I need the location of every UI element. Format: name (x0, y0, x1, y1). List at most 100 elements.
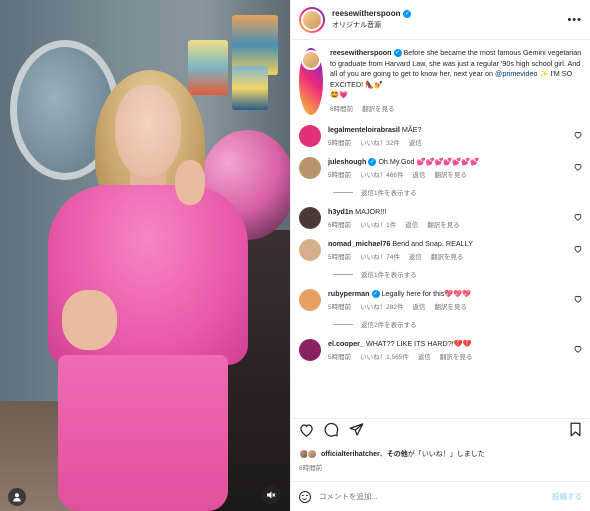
comment-meta: 5時間前 いいね！74件 返信 翻訳を見る (328, 253, 568, 263)
heart-icon[interactable] (574, 295, 582, 305)
avatar (301, 8, 323, 31)
liked-by-row: officialterihatcher、その他が「いいね！」しました (299, 449, 582, 459)
translate-link[interactable]: 翻訳を見る (431, 253, 464, 263)
emoji-icon[interactable] (299, 490, 311, 503)
liked-by-suffix: が「いいね！」しました (407, 451, 485, 458)
comment-likes[interactable]: いいね！74件 (360, 253, 400, 263)
comment-likes[interactable]: いいね！282件 (360, 303, 403, 313)
post-username-row: reesewitherspoon ✓ (332, 9, 412, 18)
view-replies-label: 返信2件を表示する (361, 322, 417, 329)
post-side-panel: reesewitherspoon ✓ オリジナル音源 ••• reesewith… (290, 0, 590, 511)
comment-text-line: h3yd1n MAJOR!!! (328, 207, 568, 217)
reply-button[interactable]: 返信 (409, 253, 422, 263)
liked-by-others[interactable]: その他 (387, 451, 408, 458)
more-options-icon[interactable]: ••• (567, 14, 582, 26)
video-person-face (115, 85, 181, 177)
comment-likes[interactable]: いいね！1,565件 (360, 353, 409, 363)
heart-icon[interactable] (574, 345, 582, 355)
comment-meta: 6時間前 いいね！1件 返信 翻訳を見る (328, 221, 568, 231)
comment-body: juleshough ✓ Oh.My.God 💕💕💕💕💕💕💕 5時間前 いいね！466… (328, 157, 582, 181)
comment-text: Bend and Snap. REALLY (392, 239, 473, 248)
post-video[interactable] (0, 0, 290, 511)
comment-body: nomad_michael76 Bend and Snap. REALLY 5時間… (328, 239, 582, 263)
heart-icon[interactable] (299, 423, 314, 439)
verified-badge-icon: ✓ (368, 158, 377, 167)
comment-time[interactable]: 6時間前 (328, 221, 351, 231)
comment-likes[interactable]: いいね！466件 (360, 171, 403, 181)
comment-username[interactable]: legalmenteloirabrasil (328, 125, 400, 134)
comment-username[interactable]: el.cooper_ (328, 339, 364, 348)
reply-button[interactable]: 返信 (409, 139, 422, 149)
reply-button[interactable]: 返信 (412, 303, 425, 313)
reply-button[interactable]: 返信 (412, 171, 425, 181)
comments-list[interactable]: reesewitherspoon ✓ Before she became the… (291, 40, 590, 418)
liked-by-user[interactable]: officialterihatcher (321, 451, 380, 458)
caption-translate-link[interactable]: 翻訳を見る (362, 105, 395, 116)
comment-likes[interactable]: いいね！32件 (360, 139, 400, 149)
avatar[interactable] (299, 207, 321, 229)
comment-item: juleshough ✓ Oh.My.God 💕💕💕💕💕💕💕 5時間前 いいね！466… (299, 157, 582, 181)
comment-item: legalmenteloirabrasil MÃE? 5時間前 いいね！32件 返信 (299, 125, 582, 149)
comment-body: rubyperman ✓ Legally here for this💖💖💖 5時間前… (328, 289, 582, 313)
view-replies-button[interactable]: 返信2件を表示する (333, 319, 582, 329)
post-time[interactable]: 6時間前 (299, 462, 322, 472)
muted-speaker-icon[interactable] (262, 486, 280, 504)
avatar-ring[interactable] (299, 6, 325, 33)
audio-label[interactable]: オリジナル音源 (332, 20, 411, 30)
translate-link[interactable]: 翻訳を見る (434, 171, 467, 181)
translate-link[interactable]: 翻訳を見る (427, 221, 460, 231)
caption-time[interactable]: 6時間前 (330, 105, 353, 116)
comment-username[interactable]: nomad_michael76 (328, 239, 390, 248)
user-tag-icon[interactable] (8, 488, 26, 506)
comment-item: el.cooper_ WHAT?? LIKE ITS HARD?!💔💔 5時間前い… (299, 339, 582, 363)
translate-link[interactable]: 翻訳を見る (434, 303, 467, 313)
heart-icon[interactable] (574, 213, 582, 223)
comment-time[interactable]: 5時間前 (328, 353, 351, 363)
comment-time[interactable]: 5時間前 (328, 303, 351, 313)
caption-username[interactable]: reesewitherspoon (330, 48, 392, 57)
avatar[interactable] (299, 289, 321, 311)
heart-icon[interactable] (574, 163, 582, 173)
comment-username[interactable]: h3yd1n (328, 207, 353, 216)
comment-icon[interactable] (324, 422, 339, 439)
post-username[interactable]: reesewitherspoon (332, 9, 400, 18)
liker-avatar[interactable] (307, 449, 317, 459)
avatar[interactable] (299, 339, 321, 361)
avatar[interactable] (299, 157, 321, 179)
caption-meta: 6時間前 翻訳を見る (330, 105, 582, 116)
comment-input[interactable] (319, 492, 544, 501)
comment-likes[interactable]: いいね！1件 (360, 221, 396, 231)
verified-badge-icon: ✓ (393, 49, 402, 58)
comment-text-line: nomad_michael76 Bend and Snap. REALLY (328, 239, 568, 249)
reply-button[interactable]: 返信 (418, 353, 431, 363)
caption: reesewitherspoon ✓ Before she became the… (299, 48, 582, 115)
avatar[interactable] (299, 239, 321, 261)
avatar (301, 50, 321, 70)
caption-mention-link[interactable]: @primevideo (495, 69, 537, 78)
reply-button[interactable]: 返信 (405, 221, 418, 231)
comment-time[interactable]: 5時間前 (328, 171, 351, 181)
post-header-info: reesewitherspoon ✓ オリジナル音源 (332, 9, 412, 30)
heart-icon[interactable] (574, 245, 582, 255)
avatar-ring[interactable] (299, 48, 323, 115)
translate-link[interactable]: 翻訳を見る (440, 353, 473, 363)
comment-username[interactable]: juleshough (328, 157, 366, 166)
comment-time[interactable]: 5時間前 (328, 253, 351, 263)
comment-meta: 5時間前 いいね！282件 返信 翻訳を見る (328, 303, 568, 313)
replies-divider (333, 191, 353, 193)
view-replies-button[interactable]: 返信1件を表示する (333, 187, 582, 197)
bookmark-icon[interactable] (569, 422, 582, 439)
comment-item: h3yd1n MAJOR!!! 6時間前 いいね！1件 返信 翻訳を見る (299, 207, 582, 231)
comment-meta: 5時間前 いいね！1,565件 返信 翻訳を見る (328, 353, 568, 363)
comment-item: rubyperman ✓ Legally here for this💖💖💖 5時間前… (299, 289, 582, 313)
view-replies-button[interactable]: 返信1件を表示する (333, 269, 582, 279)
caption-text-block: reesewitherspoon ✓ Before she became the… (330, 48, 582, 115)
avatar[interactable] (299, 125, 321, 147)
comment-time[interactable]: 5時間前 (328, 139, 351, 149)
share-icon[interactable] (349, 422, 364, 439)
video-lantern (232, 66, 268, 110)
post-comment-button[interactable]: 投稿する (552, 491, 582, 502)
comment-username[interactable]: rubyperman (328, 289, 370, 298)
comment-text: Legally here for this💖💖💖 (381, 289, 472, 298)
heart-icon[interactable] (574, 131, 582, 141)
